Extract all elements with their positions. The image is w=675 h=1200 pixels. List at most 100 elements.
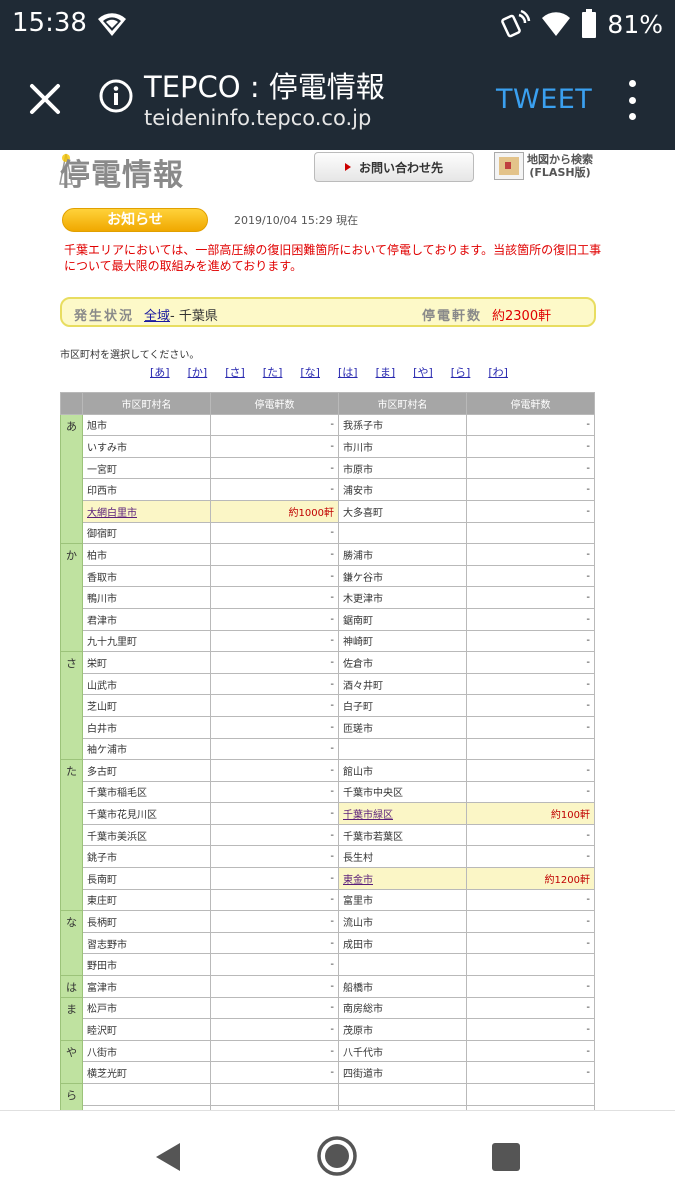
system-nav-bar bbox=[0, 1110, 675, 1200]
municipality-cell bbox=[338, 1083, 467, 1106]
municipality-cell: 八千代市 bbox=[338, 1039, 467, 1063]
kana-link[interactable]: [あ] bbox=[150, 364, 188, 380]
outage-count-cell: - bbox=[210, 478, 339, 501]
kana-group-label: あ bbox=[60, 413, 83, 545]
municipality-cell: 君津市 bbox=[82, 607, 211, 631]
municipality-cell: 千葉市中央区 bbox=[338, 780, 467, 804]
table-row: ま松戸市 - 南房総市 - bbox=[60, 996, 595, 1041]
kana-link[interactable]: [は] bbox=[338, 364, 376, 380]
kana-link[interactable]: [や] bbox=[413, 364, 451, 380]
outage-count-cell: - bbox=[210, 953, 339, 977]
kana-link[interactable]: [か] bbox=[188, 364, 226, 380]
municipality-cell bbox=[338, 737, 467, 761]
municipality-cell: 睦沢町 bbox=[82, 1018, 211, 1041]
recent-apps-icon[interactable] bbox=[492, 1143, 520, 1171]
battery-icon bbox=[582, 9, 597, 38]
municipality-cell: 横芝光町 bbox=[82, 1061, 211, 1084]
table-row: ら bbox=[60, 1082, 595, 1110]
municipality-cell: 長柄町 bbox=[82, 910, 211, 933]
municipality-cell: 八街市 bbox=[82, 1039, 211, 1063]
municipality-cell: 浦安市 bbox=[338, 478, 467, 501]
browser-chrome: 15:38 81% TEPCO: 停電情報 teideninfo.tepco.… bbox=[0, 0, 675, 150]
kana-link[interactable]: [ま] bbox=[376, 364, 414, 380]
status-bar: 15:38 81% bbox=[0, 0, 675, 48]
outage-count-cell: - bbox=[210, 1039, 339, 1063]
municipality-cell: 市川市 bbox=[338, 435, 467, 458]
municipality-cell[interactable]: 大網白里市 bbox=[82, 499, 211, 523]
table-row: 東庄町 - 富里市 - bbox=[61, 888, 595, 912]
municipality-cell: 船橋市 bbox=[338, 975, 467, 998]
page-url: teideninfo.tepco.co.jp bbox=[144, 106, 372, 130]
map-search-link[interactable]: 地図から検索 (FLASH版) bbox=[527, 153, 593, 179]
outage-count-cell bbox=[466, 521, 595, 545]
municipality-cell: いすみ市 bbox=[82, 435, 211, 458]
municipality-table: 市区町村名 停電軒数 市区町村名 停電軒数 あ旭市 - 我孫子市 - いすみ市 - 市川市 -… bbox=[60, 392, 595, 1110]
contact-button[interactable]: お問い合わせ先 bbox=[314, 152, 474, 182]
header-municipality: 市区町村名 bbox=[82, 392, 211, 415]
municipality-cell: 栄町 bbox=[82, 651, 211, 674]
outage-count-cell: - bbox=[466, 499, 595, 523]
outage-count-cell: - bbox=[466, 564, 595, 588]
municipality-cell: 旭市 bbox=[82, 413, 211, 437]
kana-group-label: や bbox=[60, 1039, 83, 1085]
table-row: 印西市 - 浦安市 - bbox=[61, 478, 595, 501]
tweet-button[interactable]: TWEET bbox=[496, 84, 592, 115]
table-body: あ旭市 - 我孫子市 - いすみ市 - 市川市 - 一宮町 - 市原市 - 印西市 - 浦安市 - 大網白里市約… bbox=[60, 413, 595, 1110]
info-icon[interactable] bbox=[98, 78, 134, 114]
site-logo[interactable]: 停電情報 bbox=[60, 150, 184, 194]
municipality-cell: 千葉市美浜区 bbox=[82, 823, 211, 847]
all-area-link[interactable]: 全域 bbox=[144, 305, 170, 324]
notice-text: 千葉エリアにおいては、一部高圧線の復旧困難箇所において停電しております。当該箇所… bbox=[64, 243, 602, 273]
table-row: あ旭市 - 我孫子市 - bbox=[60, 413, 595, 545]
outage-count-cell: - bbox=[466, 780, 595, 804]
outage-count-cell: - bbox=[466, 1061, 595, 1084]
outage-count-cell: - bbox=[210, 694, 339, 717]
table-row: や八街市 - 八千代市 - bbox=[60, 1039, 595, 1085]
kana-link[interactable]: [な] bbox=[300, 364, 338, 380]
kana-link[interactable]: [さ] bbox=[225, 364, 263, 380]
outage-count-cell bbox=[466, 953, 595, 977]
outage-count-cell: - bbox=[210, 435, 339, 458]
prefecture-name: - 千葉県 bbox=[170, 309, 218, 324]
back-icon[interactable] bbox=[152, 1141, 182, 1173]
outage-count-cell: - bbox=[466, 651, 595, 674]
municipality-cell: 佐倉市 bbox=[338, 651, 467, 674]
map-icon[interactable] bbox=[494, 152, 524, 180]
overflow-menu-icon[interactable] bbox=[620, 80, 644, 120]
timestamp: 2019/10/04 15:29 現在 bbox=[234, 214, 359, 227]
table-row: 香取市 - 鎌ケ谷市 - bbox=[61, 564, 595, 588]
municipality-cell: 多古町 bbox=[82, 759, 211, 782]
table-row: 芝山町 - 白子町 - bbox=[61, 694, 595, 717]
kana-group-label: は bbox=[60, 975, 83, 998]
municipality-cell[interactable]: 千葉市緑区 bbox=[338, 802, 467, 825]
municipality-cell: 御宿町 bbox=[82, 521, 211, 545]
municipality-cell: 東庄町 bbox=[82, 888, 211, 912]
outage-count-cell: - bbox=[210, 629, 339, 653]
home-icon[interactable] bbox=[316, 1135, 358, 1177]
header-outage: 停電軒数 bbox=[210, 392, 339, 415]
nfc-phone-icon bbox=[501, 9, 531, 38]
web-content: 停電情報 お問い合わせ先 地図から検索 (FLASH版) お知らせ 2019/1… bbox=[0, 150, 675, 1110]
table-row: いすみ市 - 市川市 - bbox=[61, 435, 595, 458]
kana-link[interactable]: [わ] bbox=[488, 364, 526, 380]
page-title: TEPCO : 停電情報 bbox=[144, 70, 385, 104]
notice-label: お知らせ bbox=[62, 208, 208, 232]
municipality-cell[interactable]: 東金市 bbox=[338, 867, 467, 890]
outage-count-cell: - bbox=[210, 1018, 339, 1041]
outage-count-cell: - bbox=[466, 607, 595, 631]
municipality-cell: 鋸南町 bbox=[338, 607, 467, 631]
outage-count-cell: - bbox=[210, 715, 339, 739]
kana-group-label: か bbox=[60, 543, 83, 653]
municipality-cell: 鴨川市 bbox=[82, 586, 211, 609]
kana-link[interactable]: [た] bbox=[263, 364, 301, 380]
kana-link[interactable]: [ら] bbox=[451, 364, 489, 380]
outage-count-cell: - bbox=[466, 996, 595, 1020]
app-bar: TEPCO : 停電情報 teideninfo.tepco.co.jp TWEE… bbox=[0, 48, 675, 150]
municipality-cell: 山武市 bbox=[82, 672, 211, 696]
close-button[interactable] bbox=[22, 76, 68, 122]
kana-index: [あ] [か] [さ] [た] [な] [は] [ま] [や] [ら] [わ] bbox=[150, 364, 526, 380]
outage-count-cell: - bbox=[210, 607, 339, 631]
table-row: 習志野市 - 成田市 - bbox=[61, 931, 595, 955]
municipality-cell: 白井市 bbox=[82, 715, 211, 739]
municipality-cell: 野田市 bbox=[82, 953, 211, 977]
